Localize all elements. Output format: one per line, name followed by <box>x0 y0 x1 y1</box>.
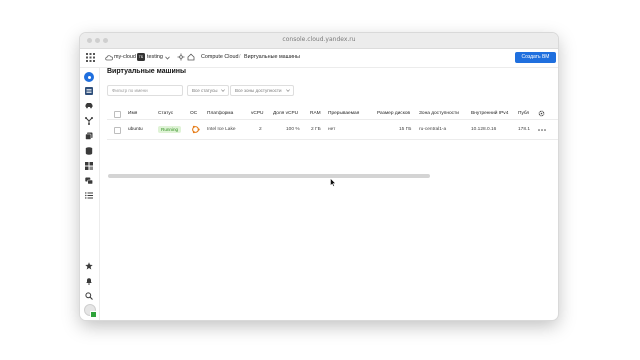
table-horizontal-scrollbar[interactable] <box>108 174 430 178</box>
main-content: Виртуальные машины Фильтр по имени Все с… <box>100 68 558 320</box>
chat-icon[interactable] <box>85 177 93 185</box>
browser-window: console.cloud.yandex.ru my-cloud ТБ test… <box>80 33 558 320</box>
chevron-down-icon[interactable] <box>165 56 170 60</box>
list-icon[interactable] <box>85 192 93 199</box>
mouse-cursor-icon <box>330 178 336 187</box>
col-header-disk-size[interactable]: Размер дисков <box>377 111 410 116</box>
vm-ram: 2 ГБ <box>311 127 321 132</box>
home-icon[interactable] <box>187 53 195 61</box>
col-header-vcpu-share[interactable]: Доля vCPU <box>273 111 298 116</box>
dashboard-icon[interactable] <box>85 87 93 95</box>
create-vm-button[interactable]: Создать ВМ <box>515 52 556 63</box>
zone-select[interactable]: Все зоны доступности <box>230 85 294 96</box>
grid-icon[interactable] <box>85 162 93 170</box>
vm-vcpu: 2 <box>259 127 262 132</box>
avatar-status-badge <box>90 311 97 318</box>
bell-icon[interactable] <box>85 277 93 285</box>
status-select[interactable]: Все статусы <box>187 85 229 96</box>
col-header-vcpu[interactable]: vCPU <box>251 111 264 116</box>
header-divider <box>107 119 558 120</box>
folder-selector[interactable]: testing <box>147 54 163 60</box>
copy-icon[interactable] <box>85 132 93 140</box>
vm-preemptible: нет <box>328 127 336 132</box>
zone-select-value: Все зоны доступности <box>235 88 282 93</box>
browser-titlebar: console.cloud.yandex.ru <box>80 33 558 49</box>
col-header-platform[interactable]: Платформа <box>207 111 233 116</box>
cloud-selector[interactable]: my-cloud <box>114 54 136 60</box>
vm-name[interactable]: ubuntu <box>128 127 143 132</box>
vm-internal-ip: 10.128.0.16 <box>471 127 497 132</box>
col-header-internal-ip[interactable]: Внутренний IPv4 <box>471 111 508 116</box>
vm-disk-size: 15 ГБ <box>399 127 412 132</box>
breadcrumb-current-page: Виртуальные машины <box>244 54 300 60</box>
apps-grid-icon[interactable] <box>86 53 95 62</box>
vm-public-ip: 178.1 <box>518 127 531 132</box>
breadcrumb-service[interactable]: Compute Cloud <box>201 54 238 60</box>
sidebar <box>80 68 100 320</box>
col-header-os[interactable]: ОС <box>190 111 197 116</box>
breadcrumb-separator: / <box>239 54 241 60</box>
logo-dot-icon <box>87 75 91 79</box>
col-header-preemptible[interactable]: Прерываемая <box>328 111 359 116</box>
status-select-value: Все статусы <box>192 88 218 93</box>
col-header-name[interactable]: Имя <box>128 111 137 116</box>
cars-icon[interactable] <box>85 102 93 109</box>
select-all-checkbox[interactable] <box>114 111 121 118</box>
ubuntu-icon <box>192 125 200 134</box>
service-nodes-icon <box>177 53 185 61</box>
network-icon[interactable] <box>85 117 93 125</box>
page-title: Виртуальные машины <box>107 68 186 75</box>
col-header-ram[interactable]: RAM <box>310 111 321 116</box>
row-divider <box>107 139 558 140</box>
table-settings-gear-icon[interactable] <box>538 110 545 117</box>
col-header-status[interactable]: Статус <box>158 111 173 116</box>
more-actions-icon[interactable] <box>538 129 546 131</box>
chevron-down-icon <box>286 89 290 92</box>
folder-badge: ТБ <box>137 53 145 61</box>
console-header: my-cloud ТБ testing Compute Cloud / Вирт… <box>80 49 558 68</box>
cloud-icon <box>105 55 113 61</box>
search-icon[interactable] <box>85 292 93 300</box>
database-icon[interactable] <box>85 147 93 155</box>
row-checkbox[interactable] <box>114 127 121 134</box>
star-icon[interactable] <box>85 262 93 270</box>
col-header-zone[interactable]: Зона доступности <box>419 111 459 116</box>
vm-zone: ru-central1-a <box>419 127 447 132</box>
vm-platform: Intel Ice Lake <box>207 127 236 132</box>
col-header-public-ip[interactable]: Публ <box>518 111 529 116</box>
name-filter-input[interactable]: Фильтр по имени <box>107 85 183 96</box>
status-badge: Running <box>158 126 182 133</box>
vm-vcpu-share: 100 % <box>286 127 300 132</box>
chevron-down-icon <box>221 89 225 92</box>
address-bar[interactable]: console.cloud.yandex.ru <box>80 36 558 43</box>
